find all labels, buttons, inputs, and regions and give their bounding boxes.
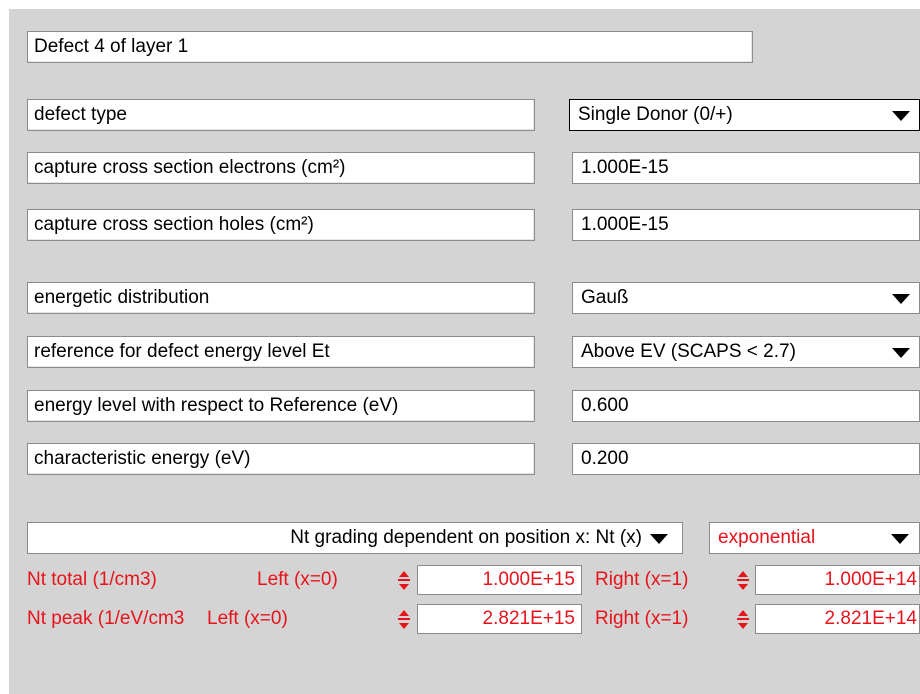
nt-total-label: Nt total (1/cm3) [27, 569, 157, 590]
grading-profile-select[interactable]: exponential [709, 522, 920, 554]
chevron-down-icon [892, 294, 910, 304]
nt-peak-left-input[interactable]: 2.821E+15 [417, 604, 582, 634]
defect-type-select[interactable]: Single Donor (0/+) [569, 99, 920, 131]
energetic-distribution-label: energetic distribution [27, 282, 535, 314]
nt-peak-left-spinner[interactable] [398, 608, 410, 632]
nt-peak-right-spinner[interactable] [737, 608, 749, 632]
nt-total-right-input[interactable]: 1.000E+14 [755, 565, 920, 595]
chevron-down-icon [650, 534, 668, 544]
energy-level-label: energy level with respect to Reference (… [27, 390, 535, 422]
spin-down-icon [738, 584, 748, 590]
spin-down-icon [399, 584, 409, 590]
chevron-down-icon [892, 348, 910, 358]
reference-energy-label: reference for defect energy level Et [27, 336, 535, 368]
capture-electrons-label: capture cross section electrons (cm²) [27, 152, 535, 184]
capture-holes-input[interactable]: 1.000E-15 [572, 209, 920, 241]
chevron-down-icon [891, 534, 909, 544]
defect-type-value: Single Donor (0/+) [578, 104, 733, 125]
reference-energy-value: Above EV (SCAPS < 2.7) [581, 341, 796, 362]
capture-holes-label: capture cross section holes (cm²) [27, 209, 535, 241]
nt-total-right-spinner[interactable] [737, 569, 749, 593]
spin-up-icon [738, 571, 748, 577]
grading-profile-value: exponential [718, 527, 816, 548]
nt-peak-label: Nt peak (1/eV/cm3 [27, 608, 185, 629]
nt-peak-right-input[interactable]: 2.821E+14 [755, 604, 920, 634]
reference-energy-select[interactable]: Above EV (SCAPS < 2.7) [572, 336, 920, 368]
defect-panel: Defect 4 of layer 1 defect type Single D… [9, 9, 920, 694]
defect-title: Defect 4 of layer 1 [27, 31, 753, 63]
grading-dependency-value: Nt grading dependent on position x: Nt (… [290, 527, 642, 548]
grading-dependency-select[interactable]: Nt grading dependent on position x: Nt (… [27, 522, 683, 554]
spin-up-icon [399, 571, 409, 577]
defect-type-label: defect type [27, 99, 535, 131]
energy-level-input[interactable]: 0.600 [572, 390, 920, 422]
chevron-down-icon [892, 111, 910, 121]
nt-peak-right-label: Right (x=1) [595, 608, 689, 629]
spin-down-icon [738, 623, 748, 629]
nt-peak-left-label: Left (x=0) [207, 608, 288, 629]
energetic-distribution-value: Gauß [581, 287, 629, 308]
nt-total-left-spinner[interactable] [398, 569, 410, 593]
characteristic-energy-label: characteristic energy (eV) [27, 443, 535, 475]
characteristic-energy-input[interactable]: 0.200 [572, 443, 920, 475]
nt-total-left-input[interactable]: 1.000E+15 [417, 565, 582, 595]
spin-up-icon [738, 610, 748, 616]
spin-down-icon [399, 623, 409, 629]
nt-total-right-label: Right (x=1) [595, 569, 689, 590]
spin-up-icon [399, 610, 409, 616]
energetic-distribution-select[interactable]: Gauß [572, 282, 920, 314]
nt-total-left-label: Left (x=0) [257, 569, 338, 590]
capture-electrons-input[interactable]: 1.000E-15 [572, 152, 920, 184]
